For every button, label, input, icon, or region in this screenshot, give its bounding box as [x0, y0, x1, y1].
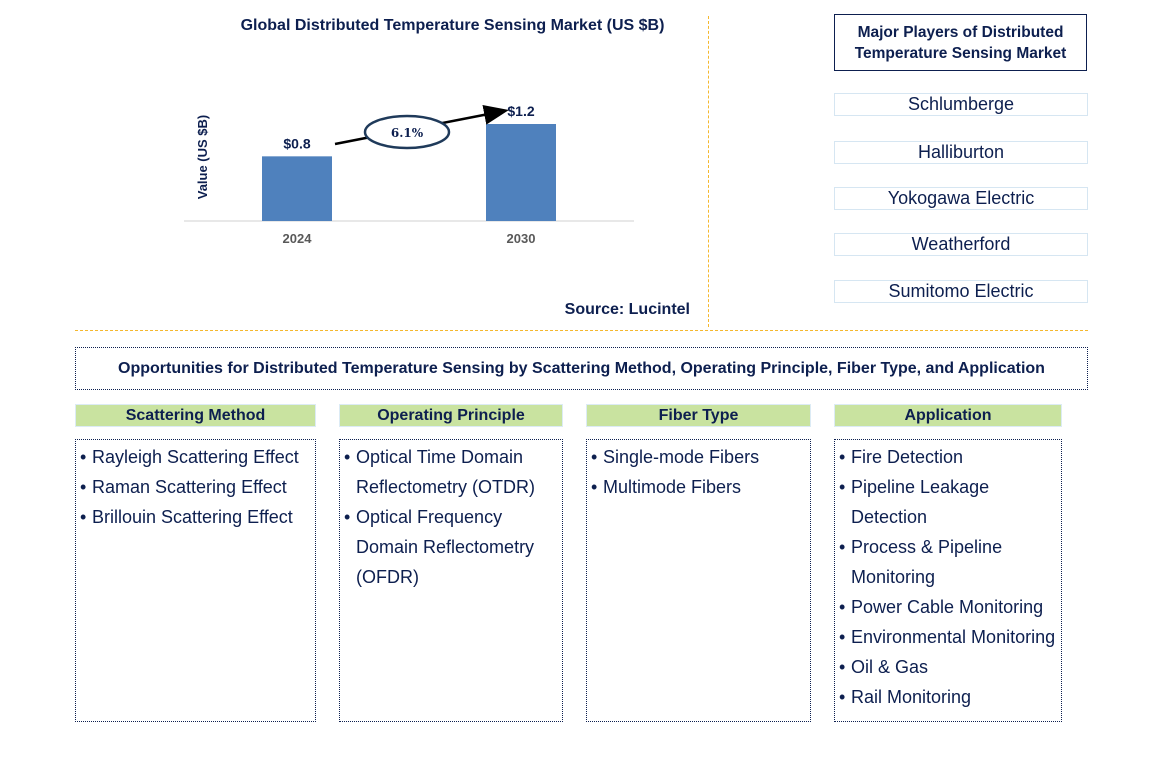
list-item-text: Rail Monitoring [851, 687, 972, 707]
list-item-text: Single-mode Fibers [603, 447, 760, 467]
bullet-icon: • [80, 477, 87, 497]
bullet-icon: • [839, 477, 846, 497]
bullet-icon: • [80, 447, 87, 467]
bullet-icon: • [591, 447, 598, 467]
list-item: • Environmental Monitoring [839, 622, 1061, 652]
category-header-scattering-method: Scattering Method [75, 404, 316, 427]
list-item: • Raman Scattering Effect [80, 472, 315, 502]
horizontal-divider [75, 330, 1088, 331]
opportunities-title: Opportunities for Distributed Temperatur… [75, 347, 1088, 390]
list-item: • Power Cable Monitoring [839, 592, 1061, 622]
list-item: • Fire Detection [839, 442, 1061, 472]
list-item-text: Oil & Gas [851, 657, 929, 677]
player-item: Halliburton [834, 141, 1088, 164]
list-item-text: Multimode Fibers [603, 477, 742, 497]
list-item: • Single-mode Fibers [591, 442, 810, 472]
list-item: • Process & Pipeline Monitoring [839, 532, 1061, 592]
list-item-text: Optical Time Domain Reflectometry (OTDR) [356, 447, 536, 497]
list-item: • Rail Monitoring [839, 682, 1061, 712]
category-list-scattering-method: • Rayleigh Scattering Effect • Raman Scatte… [75, 439, 316, 722]
list-item: • Multimode Fibers [591, 472, 810, 502]
bullet-icon: • [591, 477, 598, 497]
player-item: Weatherford [834, 233, 1088, 256]
bullet-icon: • [344, 507, 351, 527]
list-item: • Brillouin Scattering Effect [80, 502, 315, 532]
bullet-icon: • [839, 627, 846, 647]
bullet-icon: • [80, 507, 87, 527]
source-label: Source: Lucintel [564, 301, 690, 318]
list-item: • Pipeline Leakage Detection [839, 472, 1061, 532]
category-list-application: • Fire Detection • Pipeline Leakage Detecti… [834, 439, 1062, 722]
list-item-text: Rayleigh Scattering Effect [92, 447, 299, 467]
bar-2024 [262, 156, 332, 221]
player-item: Sumitomo Electric [834, 280, 1088, 303]
vertical-divider [708, 16, 709, 327]
list-item: • Oil & Gas [839, 652, 1061, 682]
bullet-icon: • [839, 657, 846, 677]
data-label: $1.2 [507, 103, 534, 119]
list-item-text: Fire Detection [851, 447, 964, 467]
bar-chart: Value (US $B) $0.8 2024 $1.2 2030 6.1% [184, 103, 634, 246]
list-item: • Rayleigh Scattering Effect [80, 442, 315, 472]
list-item-text: Optical Frequency Domain Reflectometry (… [356, 507, 535, 587]
y-axis-label: Value (US $B) [195, 115, 210, 200]
cagr-label: 6.1% [391, 126, 424, 140]
list-item-text: Process & Pipeline Monitoring [851, 537, 1003, 587]
category-list-operating-principle: • Optical Time Domain Reflectometry (OTDR… [339, 439, 563, 722]
category-header-operating-principle: Operating Principle [339, 404, 563, 427]
bar-2030 [486, 124, 556, 221]
bullet-icon: • [839, 537, 846, 557]
list-item-text: Environmental Monitoring [851, 627, 1056, 647]
bullet-icon: • [839, 687, 846, 707]
list-item: • Optical Frequency Domain Reflectometry … [344, 502, 562, 592]
list-item-text: Brillouin Scattering Effect [92, 507, 293, 527]
player-item: Schlumberge [834, 93, 1088, 116]
category-list-fiber-type: • Single-mode Fibers • Multimode Fibers [586, 439, 811, 722]
list-item-text: Pipeline Leakage Detection [851, 477, 990, 527]
player-item: Yokogawa Electric [834, 187, 1088, 210]
category-header-fiber-type: Fiber Type [586, 404, 811, 427]
category-header-application: Application [834, 404, 1062, 427]
list-item-text: Power Cable Monitoring [851, 597, 1044, 617]
list-item: • Optical Time Domain Reflectometry (OTDR… [344, 442, 562, 502]
bullet-icon: • [344, 447, 351, 467]
chart-title: Global Distributed Temperature Sensing M… [240, 17, 665, 34]
bullet-icon: • [839, 447, 846, 467]
x-tick-label: 2030 [507, 231, 536, 246]
list-item-text: Raman Scattering Effect [92, 477, 287, 497]
x-tick-label: 2024 [283, 231, 313, 246]
players-title: Major Players of Distributed Temperature… [834, 14, 1087, 71]
bullet-icon: • [839, 597, 846, 617]
data-label: $0.8 [283, 135, 310, 151]
